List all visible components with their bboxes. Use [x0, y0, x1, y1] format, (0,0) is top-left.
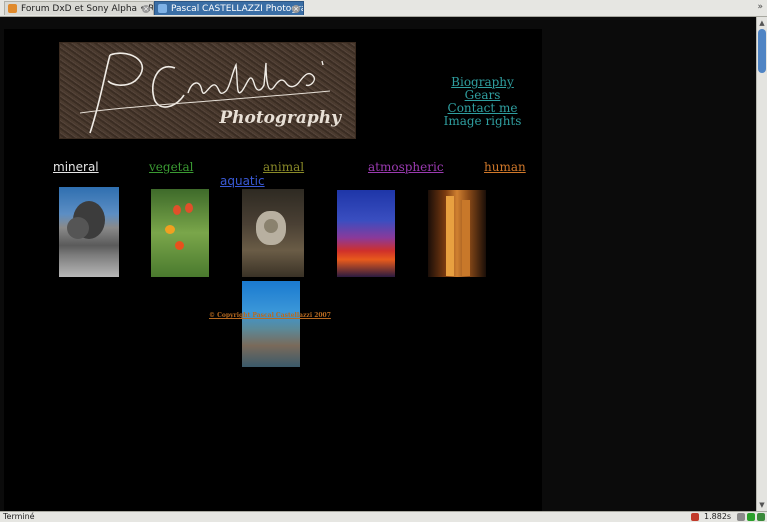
site-logo: Photography: [59, 42, 356, 139]
vertical-scrollbar[interactable]: ▲ ▼: [756, 17, 767, 511]
thumb-human[interactable]: [428, 190, 486, 277]
site-favicon-icon: [158, 4, 167, 13]
top-links: Biography Gears Contact me Image rights: [430, 76, 535, 128]
close-tab-icon[interactable]: ×: [142, 5, 150, 13]
forum-favicon-icon: [8, 4, 17, 13]
nav-human[interactable]: human: [484, 160, 526, 174]
scroll-down-icon[interactable]: ▼: [758, 501, 766, 509]
pagerank-icon[interactable]: [747, 513, 755, 521]
settings-icon[interactable]: [737, 513, 745, 521]
nav-mineral[interactable]: mineral: [53, 160, 99, 174]
thumb-atmospheric[interactable]: [337, 190, 395, 277]
scrollbar-thumb[interactable]: [758, 29, 766, 73]
adblock-icon[interactable]: [757, 513, 765, 521]
tab-label: Forum DxD et Sony Alpha • Ré...: [21, 4, 154, 14]
tab-bar: Forum DxD et Sony Alpha • Ré... × Pascal…: [0, 0, 767, 17]
tab-label: Pascal CASTELLAZZI Photogra...: [171, 4, 304, 14]
thumb-mineral[interactable]: [59, 187, 119, 277]
nav-aquatic[interactable]: aquatic: [220, 174, 265, 188]
close-tab-icon[interactable]: ×: [292, 5, 300, 13]
nav-animal[interactable]: animal: [263, 160, 304, 174]
scroll-up-icon[interactable]: ▲: [758, 19, 766, 27]
nav-vegetal[interactable]: vegetal: [149, 160, 193, 174]
logo-word: Photography: [219, 108, 341, 128]
tab-forum[interactable]: Forum DxD et Sony Alpha • Ré... ×: [4, 1, 154, 15]
copyright-text: © Copyright Pascal Castellazzi 2007: [209, 312, 331, 319]
thumb-animal[interactable]: [242, 189, 304, 277]
status-bar: Terminé 1.882s: [0, 511, 767, 522]
thumb-vegetal[interactable]: [151, 189, 209, 277]
tab-castellazzi[interactable]: Pascal CASTELLAZZI Photogra... ×: [154, 1, 304, 15]
image-rights-label[interactable]: Image rights: [430, 115, 535, 128]
page-viewport: Photography Biography Gears Contact me I…: [0, 17, 757, 511]
addon-icon[interactable]: [691, 513, 699, 521]
double-chevron-right-icon[interactable]: »: [757, 2, 763, 12]
nav-atmospheric[interactable]: atmospheric: [368, 160, 444, 174]
thumb-aquatic[interactable]: [242, 281, 300, 367]
